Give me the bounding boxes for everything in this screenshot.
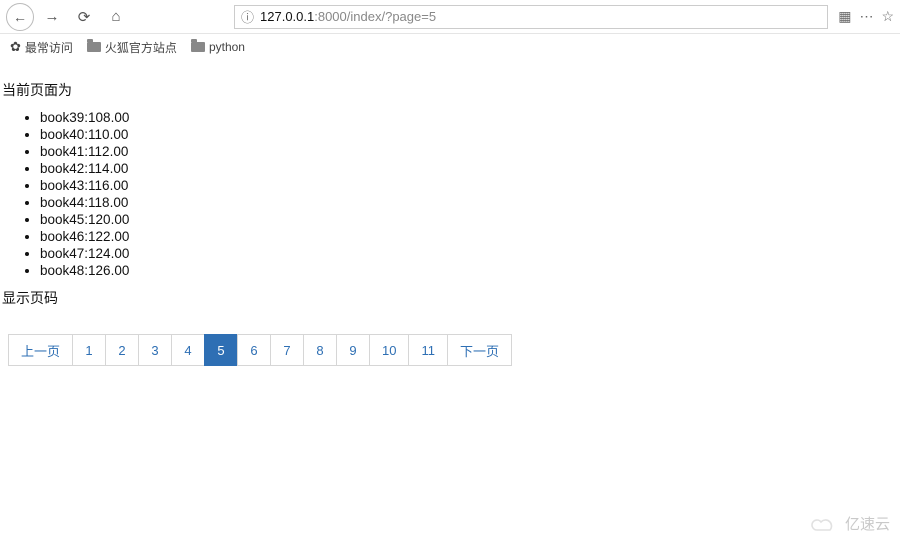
back-button[interactable]: ← — [6, 3, 34, 31]
gear-icon: ✿ — [10, 39, 21, 55]
list-item: book45:120.00 — [40, 212, 900, 227]
url-host: 127.0.0.1 — [260, 9, 314, 24]
list-item: book47:124.00 — [40, 246, 900, 261]
page-content: 当前页面为 book39:108.00 book40:110.00 book41:1… — [0, 60, 900, 374]
book-list: book39:108.00 book40:110.00 book41:112.00 b… — [0, 110, 900, 278]
bookmark-label: 火狐官方站点 — [105, 39, 177, 56]
pager-page[interactable]: 10 — [369, 334, 409, 366]
pager-label: 显示页码 — [2, 288, 900, 308]
browser-nav-toolbar: ← → ⟳ ⌂ ⓘ 127.0.0.1:8000/index/?page=5 ▦… — [0, 0, 900, 34]
bookmarks-toolbar: ✿ 最常访问 火狐官方站点 python — [0, 34, 900, 60]
nav-right-controls: ▦ ⋯ ☆ — [838, 8, 894, 25]
pager-page[interactable]: 4 — [171, 334, 205, 366]
pager-prev[interactable]: 上一页 — [8, 334, 73, 366]
more-icon[interactable]: ⋯ — [859, 8, 873, 25]
pagination: 上一页1234567891011下一页 — [0, 326, 900, 374]
folder-icon — [191, 42, 205, 52]
pager-page[interactable]: 1 — [72, 334, 106, 366]
bookmark-label: 最常访问 — [25, 39, 73, 56]
pager-page[interactable]: 8 — [303, 334, 337, 366]
qr-icon[interactable]: ▦ — [838, 8, 851, 25]
home-button[interactable]: ⌂ — [102, 3, 130, 31]
watermark: 亿速云 — [811, 513, 890, 534]
pager-page[interactable]: 6 — [237, 334, 271, 366]
pager-page[interactable]: 5 — [204, 334, 238, 366]
list-item: book44:118.00 — [40, 195, 900, 210]
pager-page[interactable]: 9 — [336, 334, 370, 366]
address-bar[interactable]: ⓘ 127.0.0.1:8000/index/?page=5 — [234, 5, 828, 29]
pager-page[interactable]: 7 — [270, 334, 304, 366]
bookmark-star-icon[interactable]: ☆ — [881, 8, 894, 25]
pager-page[interactable]: 2 — [105, 334, 139, 366]
pager-next[interactable]: 下一页 — [447, 334, 512, 366]
list-item: book48:126.00 — [40, 263, 900, 278]
list-item: book46:122.00 — [40, 229, 900, 244]
pager-page[interactable]: 11 — [408, 334, 448, 366]
list-item: book42:114.00 — [40, 161, 900, 176]
forward-button[interactable]: → — [38, 3, 66, 31]
site-info-icon[interactable]: ⓘ — [241, 7, 254, 26]
list-item: book39:108.00 — [40, 110, 900, 125]
bookmark-item-firefox-official[interactable]: 火狐官方站点 — [87, 39, 177, 56]
watermark-text: 亿速云 — [845, 513, 890, 534]
list-item: book41:112.00 — [40, 144, 900, 159]
bookmark-item-most-visited[interactable]: ✿ 最常访问 — [10, 39, 73, 56]
url-path: /index/?page=5 — [347, 9, 436, 24]
folder-icon — [87, 42, 101, 52]
bookmark-label: python — [209, 40, 245, 54]
bookmark-item-python[interactable]: python — [191, 40, 245, 54]
reload-button[interactable]: ⟳ — [70, 3, 98, 31]
list-item: book40:110.00 — [40, 127, 900, 142]
url-port: :8000 — [314, 9, 347, 24]
list-item: book43:116.00 — [40, 178, 900, 193]
page-heading: 当前页面为 — [0, 80, 900, 100]
pager-page[interactable]: 3 — [138, 334, 172, 366]
